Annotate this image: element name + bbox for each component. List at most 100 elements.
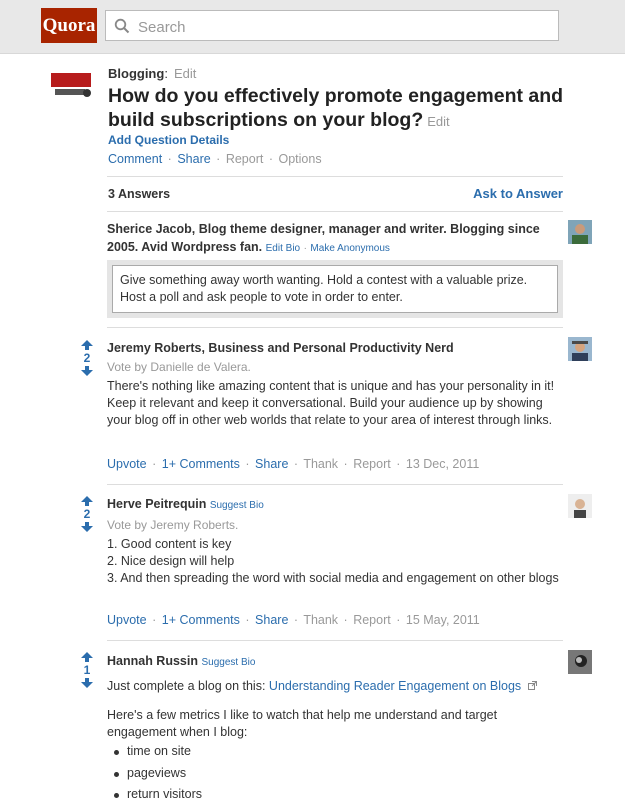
- report-link[interactable]: Report: [353, 457, 391, 471]
- question-edit-link[interactable]: Edit: [427, 114, 449, 129]
- question-options-link[interactable]: Options: [279, 152, 322, 166]
- top-bar: Quora: [0, 0, 625, 54]
- downvote-arrow-icon[interactable]: [81, 366, 93, 376]
- upvote-arrow-icon[interactable]: [81, 340, 93, 350]
- my-answer-author: Sherice Jacob, Blog theme designer, mana…: [107, 220, 563, 258]
- answer-author-name[interactable]: Hannah Russin: [107, 654, 198, 668]
- search-input[interactable]: [136, 15, 550, 39]
- external-link[interactable]: Understanding Reader Engagement on Blogs: [269, 679, 521, 693]
- add-question-details-link[interactable]: Add Question Details: [108, 133, 229, 147]
- answer-item: Hannah Russin Suggest Bio Just complete …: [107, 652, 563, 806]
- search-icon: [114, 18, 130, 34]
- divider: [107, 211, 563, 212]
- list-item: time on site: [107, 741, 563, 763]
- separator: ·: [245, 613, 250, 627]
- edit-bio-link[interactable]: Edit Bio: [266, 243, 300, 254]
- vote-by: Vote by Danielle de Valera.: [107, 360, 251, 374]
- separator: ·: [216, 152, 221, 166]
- upvote-link[interactable]: Upvote: [107, 613, 147, 627]
- answer-intro: Just complete a blog on this: Understand…: [107, 678, 563, 695]
- separator: ·: [152, 457, 157, 471]
- ask-to-answer-link[interactable]: Ask to Answer: [473, 186, 563, 201]
- answer-paragraph: Here's a few metrics I like to watch tha…: [107, 708, 498, 739]
- answer-author[interactable]: Jeremy Roberts, Business and Personal Pr…: [107, 339, 563, 357]
- upvote-link[interactable]: Upvote: [107, 457, 147, 471]
- question-topic: Blogging: Edit: [108, 66, 196, 81]
- question-share-link[interactable]: Share: [177, 152, 210, 166]
- divider: [107, 484, 563, 485]
- search-box[interactable]: [105, 10, 559, 41]
- intro-text: Just complete a blog on this:: [107, 679, 266, 693]
- answer-author: Herve Peitrequin Suggest Bio: [107, 495, 563, 515]
- separator: ·: [245, 457, 250, 471]
- separator: ·: [303, 243, 307, 254]
- divider: [107, 176, 563, 177]
- vote-count: 1: [83, 663, 91, 677]
- upvote-arrow-icon[interactable]: [81, 496, 93, 506]
- divider: [107, 327, 563, 328]
- answer-author: Hannah Russin Suggest Bio: [107, 652, 563, 672]
- suggest-bio-link[interactable]: Suggest Bio: [201, 657, 255, 668]
- my-answer-header: Sherice Jacob, Blog theme designer, mana…: [107, 220, 563, 258]
- question-actions: Comment · Share · Report · Options: [108, 152, 322, 166]
- share-link[interactable]: Share: [255, 457, 288, 471]
- answer-date[interactable]: 13 Dec, 2011: [406, 457, 479, 471]
- topic-colon: :: [164, 66, 168, 81]
- question-title: How do you effectively promote engagemen…: [108, 84, 578, 134]
- make-anonymous-link[interactable]: Make Anonymous: [310, 243, 390, 254]
- answer-author-name[interactable]: Herve Peitrequin: [107, 497, 206, 511]
- suggest-bio-link[interactable]: Suggest Bio: [210, 500, 264, 511]
- vote-widget: 2: [81, 496, 93, 532]
- blogging-topic-image[interactable]: [49, 67, 93, 99]
- topic-link[interactable]: Blogging: [108, 66, 164, 81]
- separator: ·: [293, 613, 299, 627]
- report-link[interactable]: Report: [353, 613, 391, 627]
- divider: [107, 640, 563, 641]
- external-link-icon: [527, 681, 537, 690]
- list-item: 1. Good content is key: [107, 537, 232, 551]
- list-item: return visitors: [107, 784, 563, 806]
- answer-editor: Give something away worth wanting. Hold …: [107, 260, 563, 318]
- share-link[interactable]: Share: [255, 613, 288, 627]
- quora-logo[interactable]: Quora: [41, 8, 97, 43]
- answer-date[interactable]: 15 May, 2011: [406, 613, 480, 627]
- separator: ·: [167, 152, 172, 166]
- downvote-arrow-icon[interactable]: [81, 678, 93, 688]
- topic-edit-link[interactable]: Edit: [174, 66, 196, 81]
- jeremy-avatar[interactable]: [568, 337, 592, 361]
- answer-item: Herve Peitrequin Suggest Bio Vote by Jer…: [107, 495, 563, 627]
- separator: ·: [396, 457, 401, 471]
- downvote-arrow-icon[interactable]: [81, 522, 93, 532]
- thank-link[interactable]: Thank: [303, 613, 338, 627]
- separator: ·: [268, 152, 274, 166]
- separator: ·: [343, 457, 348, 471]
- answer-body: There's nothing like amazing content tha…: [107, 379, 555, 427]
- hannah-avatar[interactable]: [568, 650, 592, 674]
- answer-editor-text[interactable]: Give something away worth wanting. Hold …: [112, 265, 558, 313]
- separator: ·: [343, 613, 348, 627]
- comments-link[interactable]: 1+ Comments: [162, 457, 240, 471]
- separator: ·: [293, 457, 299, 471]
- sherice-avatar[interactable]: [568, 220, 592, 244]
- comments-link[interactable]: 1+ Comments: [162, 613, 240, 627]
- herve-avatar[interactable]: [568, 494, 592, 518]
- vote-widget: 2: [81, 340, 93, 376]
- question-report-link[interactable]: Report: [226, 152, 264, 166]
- thank-link[interactable]: Thank: [303, 457, 338, 471]
- separator: ·: [152, 613, 157, 627]
- answer-actions: Upvote · 1+ Comments · Share · Thank · R…: [107, 457, 479, 471]
- vote-count: 2: [83, 507, 91, 521]
- upvote-arrow-icon[interactable]: [81, 652, 93, 662]
- vote-by: Vote by Jeremy Roberts.: [107, 518, 239, 532]
- answers-count: 3 Answers: [108, 187, 171, 201]
- answer-actions: Upvote · 1+ Comments · Share · Thank · R…: [107, 613, 480, 627]
- list-item: 3. And then spreading the word with soci…: [107, 571, 559, 585]
- list-item: 2. Nice design will help: [107, 554, 235, 568]
- question-title-text: How do you effectively promote engagemen…: [108, 85, 564, 131]
- answer-body: 1. Good content is key 2. Nice design wi…: [107, 536, 563, 587]
- list-item: pageviews: [107, 763, 563, 785]
- metrics-list: time on site pageviews return visitors: [107, 741, 563, 806]
- separator: ·: [396, 613, 401, 627]
- vote-count: 2: [83, 351, 91, 365]
- question-comment-link[interactable]: Comment: [108, 152, 162, 166]
